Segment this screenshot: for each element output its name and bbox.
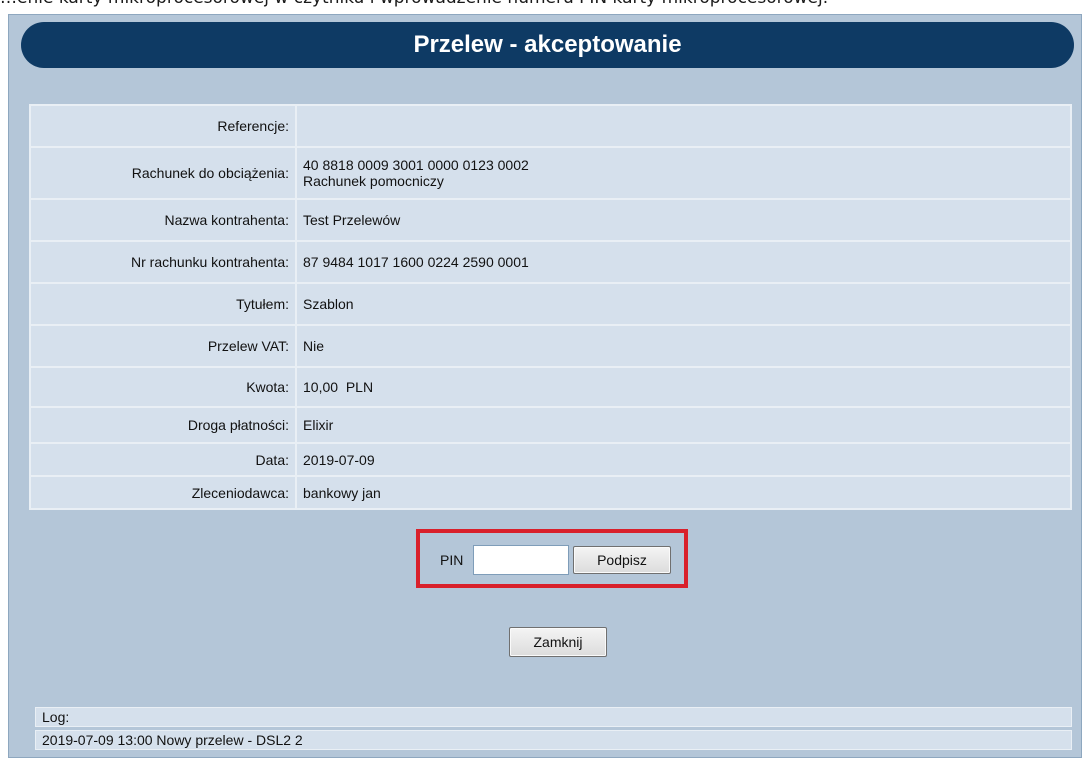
table-row: Referencje: (29, 104, 1072, 148)
row-label: Referencje: (29, 104, 297, 148)
table-row: Rachunek do obciążenia: 40 8818 0009 300… (29, 146, 1072, 200)
row-label: Zleceniodawca: (29, 475, 297, 510)
row-label: Rachunek do obciążenia: (29, 146, 297, 200)
pin-highlight-box: PIN Podpisz (416, 529, 688, 588)
row-label: Tytułem: (29, 282, 297, 326)
row-value: 2019-07-09 (295, 442, 1072, 477)
row-label: Nr rachunku kontrahenta: (29, 240, 297, 284)
row-value: 40 8818 0009 3001 0000 0123 0002 Rachune… (295, 146, 1072, 200)
row-value: 87 9484 1017 1600 0224 2590 0001 (295, 240, 1072, 284)
row-label: Data: (29, 442, 297, 477)
row-value: bankowy jan (295, 475, 1072, 510)
log-label: Log: (35, 707, 1072, 727)
table-row: Tytułem: Szablon (29, 282, 1072, 326)
page-title: Przelew - akceptowanie (21, 22, 1074, 68)
close-button[interactable]: Zamknij (509, 627, 607, 657)
row-value: Test Przelewów (295, 198, 1072, 242)
table-row: Nr rachunku kontrahenta: 87 9484 1017 16… (29, 240, 1072, 284)
row-label: Przelew VAT: (29, 324, 297, 368)
row-label: Droga płatności: (29, 406, 297, 444)
log-entry: 2019-07-09 13:00 Nowy przelew - DSL2 2 (35, 730, 1072, 750)
transfer-details-table: Referencje: Rachunek do obciążenia: 40 8… (29, 104, 1072, 510)
row-label: Nazwa kontrahenta: (29, 198, 297, 242)
sign-button[interactable]: Podpisz (573, 546, 671, 574)
row-label: Kwota: (29, 366, 297, 408)
table-row: Data: 2019-07-09 (29, 442, 1072, 477)
row-value: Nie (295, 324, 1072, 368)
table-row: Droga płatności: Elixir (29, 406, 1072, 444)
pin-label: PIN (440, 552, 464, 568)
row-value: Elixir (295, 406, 1072, 444)
instruction-caption: …enie karty mikroprocesorowej w czytniku… (0, 0, 1085, 8)
account-number: 40 8818 0009 3001 0000 0123 0002 (303, 157, 529, 173)
pin-input[interactable] (473, 545, 569, 575)
row-value (295, 104, 1072, 148)
account-name: Rachunek pomocniczy (303, 173, 444, 189)
row-value: 10,00 PLN (295, 366, 1072, 408)
table-row: Nazwa kontrahenta: Test Przelewów (29, 198, 1072, 242)
row-value: Szablon (295, 282, 1072, 326)
table-row: Przelew VAT: Nie (29, 324, 1072, 368)
table-row: Zleceniodawca: bankowy jan (29, 475, 1072, 510)
table-row: Kwota: 10,00 PLN (29, 366, 1072, 408)
